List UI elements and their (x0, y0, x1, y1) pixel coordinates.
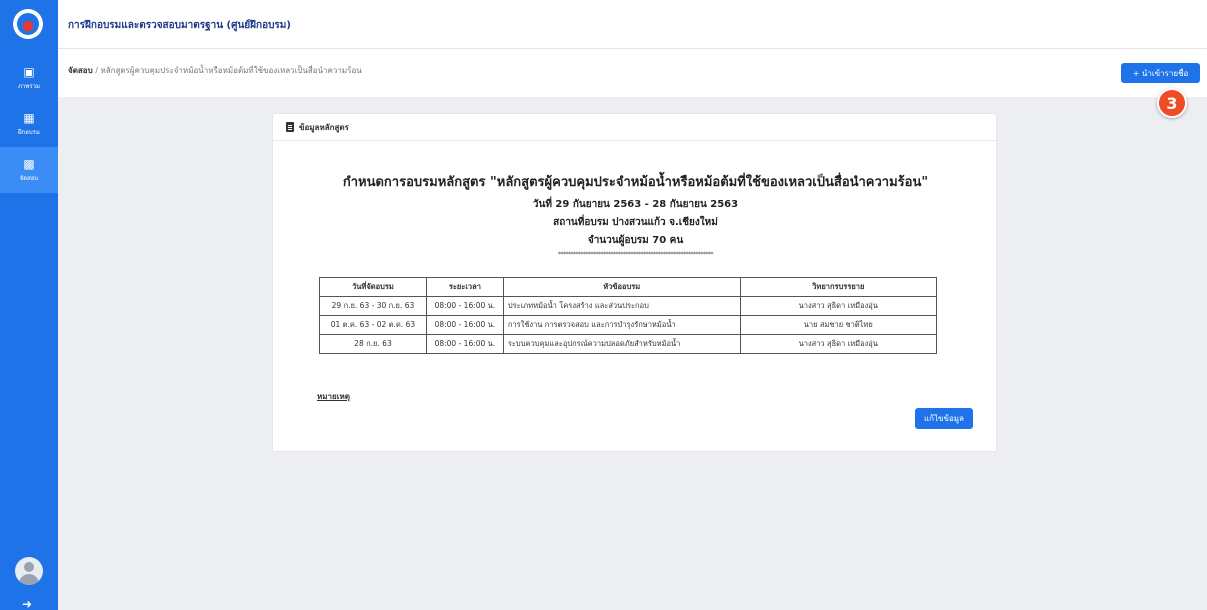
top-header: การฝึกอบรมและตรวจสอบมาตรฐาน (ศูนย์ฝึกอบร… (58, 0, 1207, 49)
breadcrumb: จัดสอบ / หลักสูตรผู้ควบคุมประจำหม้อน้ำหร… (68, 64, 362, 77)
breadcrumb-current: หลักสูตรผู้ควบคุมประจำหม้อน้ำหรือหม้อต้ม… (100, 66, 362, 75)
edit-info-button[interactable]: แก้ไขข้อมูล (915, 408, 973, 429)
table-header-row: วันที่จัดอบรม ระยะเวลา หัวข้ออบรม วิทยาก… (319, 277, 938, 297)
document-icon (286, 122, 294, 132)
cell-topic: ประเภทหม้อน้ำ โครงสร้าง และส่วนประกอบ (502, 296, 741, 316)
cell-date: 01 ต.ค. 63 - 02 ต.ค. 63 (319, 315, 427, 335)
course-attendees: จำนวนผู้อบรม 70 คน (587, 235, 684, 246)
app-logo-icon[interactable] (13, 9, 43, 39)
remark-label: หมายเหตุ (317, 392, 350, 401)
table-row: 28 ก.ย. 63 08:00 - 16:00 น. ระบบควบคุมแล… (319, 334, 938, 354)
table-row: 01 ต.ค. 63 - 02 ต.ค. 63 08:00 - 16:00 น.… (319, 315, 938, 335)
sidebar-item-label: ภาพรวม (18, 82, 40, 90)
cell-time: 08:00 - 16:00 น. (425, 296, 504, 316)
grid-icon: ▦ (23, 110, 35, 125)
sidebar-item-training[interactable]: ▦ ฝึกอบรม (0, 101, 58, 147)
column-header: ระยะเวลา (425, 277, 504, 297)
course-info-card: ข้อมูลหลักสูตร กำหนดการอบรมหลักสูตร "หลั… (272, 113, 997, 452)
sidebar-item-label: ฝึกอบรม (18, 128, 40, 136)
import-names-button[interactable]: + นำเข้ารายชื่อ (1121, 63, 1200, 83)
column-header: วันที่จัดอบรม (319, 277, 427, 297)
cell-topic: การใช้งาน การตรวจสอบ และการบำรุงรักษาหม้… (502, 315, 741, 335)
card-header-label: ข้อมูลหลักสูตร (299, 122, 349, 132)
schedule-table: วันที่จัดอบรม ระยะเวลา หัวข้ออบรม วิทยาก… (319, 277, 938, 354)
cell-date: 29 ก.ย. 63 - 30 ก.ย. 63 (319, 296, 427, 316)
logout-icon[interactable]: ➜ (22, 597, 32, 610)
separator-line: ****************************************… (558, 251, 714, 258)
course-title: กำหนดการอบรมหลักสูตร "หลักสูตรผู้ควบคุมป… (342, 175, 929, 190)
page-title: การฝึกอบรมและตรวจสอบมาตรฐาน (ศูนย์ฝึกอบร… (68, 20, 291, 31)
cell-topic: ระบบควบคุมและอุปกรณ์ความปลอดภัยสำหรับหม้… (502, 334, 741, 354)
cell-speaker: นางสาว สุธิดา เหมืองอุ่น (739, 334, 938, 354)
course-date-range: วันที่ 29 กันยายน 2563 - 28 กันยายน 2563 (532, 199, 739, 210)
cell-speaker: นาย สมชาย ชาติไทย (739, 315, 938, 335)
sidebar-item-exam[interactable]: ▩ จัดสอบ (0, 147, 58, 193)
monitor-icon: ▣ (23, 64, 35, 79)
card-header: ข้อมูลหลักสูตร (273, 114, 996, 141)
sidebar-item-overview[interactable]: ▣ ภาพรวม (0, 55, 58, 101)
user-avatar-icon[interactable] (15, 557, 43, 585)
cell-time: 08:00 - 16:00 น. (425, 334, 504, 354)
cell-time: 08:00 - 16:00 น. (425, 315, 504, 335)
column-header: หัวข้ออบรม (502, 277, 741, 297)
step-badge: 3 (1157, 88, 1187, 118)
column-header: วิทยากรบรรยาย (739, 277, 938, 297)
breadcrumb-bar: จัดสอบ / หลักสูตรผู้ควบคุมประจำหม้อน้ำหร… (58, 49, 1207, 97)
cell-date: 28 ก.ย. 63 (319, 334, 427, 354)
cell-speaker: นางสาว สุธิดา เหมืองอุ่น (739, 296, 938, 316)
course-location: สถานที่อบรม ปางสวนแก้ว จ.เชียงใหม่ (553, 217, 718, 228)
table-row: 29 ก.ย. 63 - 30 ก.ย. 63 08:00 - 16:00 น.… (319, 296, 938, 316)
breadcrumb-root[interactable]: จัดสอบ (68, 66, 93, 75)
building-icon: ▩ (23, 156, 35, 171)
sidebar-item-label: จัดสอบ (19, 174, 39, 182)
sidebar: ▣ ภาพรวม ▦ ฝึกอบรม ▩ จัดสอบ ➜ (0, 0, 58, 610)
